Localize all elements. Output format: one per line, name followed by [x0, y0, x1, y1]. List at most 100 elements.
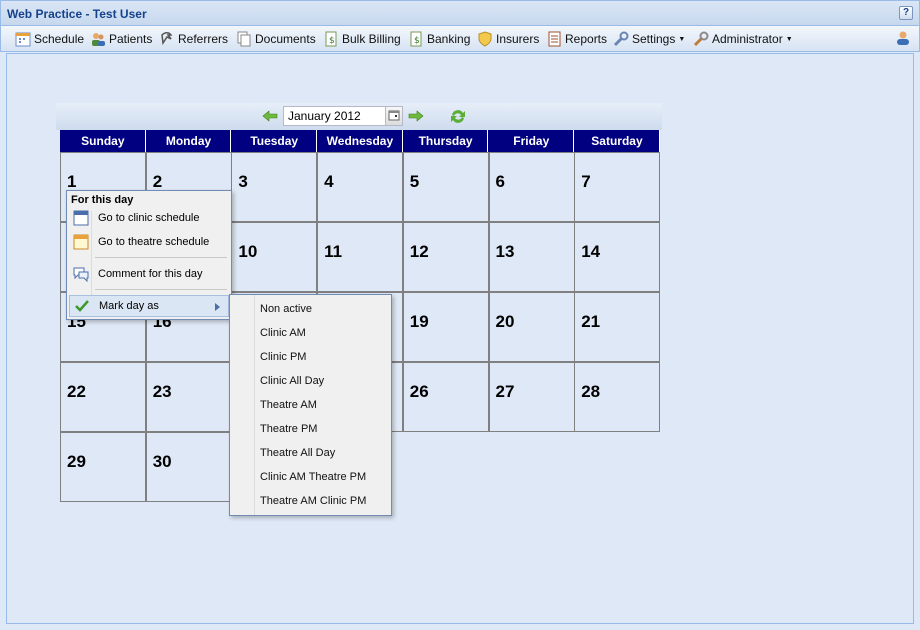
go-to-clinic-schedule-label: Go to clinic schedule: [98, 212, 200, 224]
referrers-label: Referrers: [178, 32, 229, 46]
referrers-menu-button[interactable]: Referrers: [159, 30, 228, 48]
day-number: 5: [409, 172, 420, 191]
submenu-arrow-icon: [215, 303, 220, 311]
mark-clinic-am-theatre-pm-item[interactable]: Clinic AM Theatre PM: [260, 471, 366, 483]
calendar-header-row: Sunday Monday Tuesday Wednesday Thursday…: [60, 130, 660, 152]
arrow-right-icon[interactable]: [408, 109, 424, 123]
day-number: 11: [324, 242, 343, 261]
banking-icon: $: [410, 31, 422, 47]
calendar-day-cell[interactable]: 14: [574, 222, 661, 292]
referrers-icon: [161, 32, 173, 46]
day-name-sunday: Sunday: [60, 130, 146, 152]
settings-menu-button[interactable]: Settings ▼: [613, 30, 685, 48]
calendar-day-cell[interactable]: 23: [145, 362, 232, 432]
calendar-day-cell[interactable]: 27: [488, 362, 575, 432]
bulk-billing-label: Bulk Billing: [342, 32, 401, 46]
go-to-theatre-schedule-label: Go to theatre schedule: [98, 236, 210, 248]
schedule-menu-button[interactable]: Schedule: [15, 30, 84, 48]
calendar-icon: [15, 32, 31, 47]
reports-label: Reports: [565, 32, 608, 46]
day-number: 26: [409, 382, 429, 401]
month-picker-trigger[interactable]: [385, 106, 403, 126]
bulk-billing-menu-button[interactable]: $ Bulk Billing: [323, 30, 401, 48]
calendar-day-cell[interactable]: 29: [60, 432, 146, 502]
svg-text:$: $: [414, 36, 420, 46]
mark-theatre-am-item[interactable]: Theatre AM: [260, 399, 317, 411]
calendar-day-cell[interactable]: 6: [488, 152, 575, 222]
user-icon[interactable]: [895, 30, 911, 46]
calendar-day-cell[interactable]: 26: [402, 362, 489, 432]
arrow-left-icon[interactable]: [262, 109, 278, 123]
day-number: 23: [152, 382, 172, 401]
day-number: 27: [495, 382, 515, 401]
schedule-label: Schedule: [34, 32, 85, 46]
mark-non-active-item[interactable]: Non active: [260, 303, 312, 315]
mark-day-as-item[interactable]: Mark day as: [69, 295, 229, 317]
month-calendar: Sunday Monday Tuesday Wednesday Thursday…: [60, 130, 661, 502]
calendar-day-cell[interactable]: 19: [402, 292, 489, 362]
mark-theatre-am-clinic-pm-item[interactable]: Theatre AM Clinic PM: [260, 495, 366, 507]
day-name-monday: Monday: [145, 130, 232, 152]
documents-label: Documents: [255, 32, 316, 46]
calendar-day-cell[interactable]: 5: [402, 152, 489, 222]
calendar-day-cell[interactable]: 21: [574, 292, 661, 362]
window-title: Web Practice - Test User: [7, 7, 147, 21]
banking-label: Banking: [427, 32, 471, 46]
theatre-schedule-icon: [73, 234, 89, 250]
clinic-schedule-icon: [73, 210, 89, 226]
banking-menu-button[interactable]: $ Banking: [408, 30, 470, 48]
documents-menu-button[interactable]: Documents: [236, 30, 316, 48]
menu-separator: [95, 257, 227, 258]
mark-day-as-submenu: Non active Clinic AM Clinic PM Clinic Al…: [229, 294, 392, 516]
day-name-friday: Friday: [488, 130, 575, 152]
go-to-theatre-schedule-item[interactable]: Go to theatre schedule: [69, 231, 229, 253]
mark-theatre-all-day-item[interactable]: Theatre All Day: [260, 447, 335, 459]
documents-icon: [237, 31, 251, 47]
mark-clinic-am-item[interactable]: Clinic AM: [260, 327, 306, 339]
window-title-bar: Web Practice - Test User ?: [0, 0, 920, 26]
day-number: 2: [152, 172, 163, 191]
day-number: 7: [581, 172, 591, 191]
menu-separator: [95, 289, 227, 290]
settings-label: Settings: [632, 32, 676, 46]
calendar-day-cell[interactable]: 7: [574, 152, 661, 222]
calendar-day-cell[interactable]: 30: [145, 432, 232, 502]
main-toolbar: Schedule Patients Referrers Documents $ …: [0, 26, 920, 52]
day-number: 14: [581, 242, 601, 261]
calendar-day-cell[interactable]: 4: [317, 152, 404, 222]
insurers-label: Insurers: [496, 32, 540, 46]
day-name-thursday: Thursday: [402, 130, 489, 152]
date-picker-icon: [388, 110, 400, 121]
calendar-day-cell[interactable]: 20: [488, 292, 575, 362]
calendar-day-cell[interactable]: 28: [574, 362, 661, 432]
day-number: 6: [495, 172, 505, 191]
mark-theatre-pm-item[interactable]: Theatre PM: [260, 423, 317, 435]
refresh-icon[interactable]: [449, 108, 467, 125]
day-number: 10: [238, 242, 258, 261]
calendar-day-cell[interactable]: 11: [317, 222, 404, 292]
comment-for-this-day-item[interactable]: Comment for this day: [69, 263, 229, 285]
calendar-day-cell[interactable]: 3: [231, 152, 318, 222]
help-button[interactable]: ?: [899, 6, 913, 20]
calendar-day-cell[interactable]: 10: [231, 222, 318, 292]
administrator-menu-button[interactable]: Administrator ▼: [693, 30, 793, 48]
mark-clinic-all-day-item[interactable]: Clinic All Day: [260, 375, 324, 387]
patients-icon: [92, 33, 105, 46]
day-number: 19: [409, 312, 429, 331]
checkmark-icon: [75, 300, 89, 312]
insurers-menu-button[interactable]: Insurers: [477, 30, 539, 48]
calendar-day-cell[interactable]: 22: [60, 362, 146, 432]
go-to-clinic-schedule-item[interactable]: Go to clinic schedule: [69, 207, 229, 229]
calendar-day-cell[interactable]: 13: [488, 222, 575, 292]
day-name-wednesday: Wednesday: [317, 130, 403, 152]
day-number: 1: [67, 172, 77, 191]
calendar-day-cell[interactable]: 12: [402, 222, 489, 292]
day-number: 21: [581, 312, 601, 331]
day-context-menu: For this day Go to clinic schedule Go to…: [66, 190, 232, 320]
wrench-icon: [613, 31, 629, 47]
day-number: 28: [581, 382, 601, 401]
day-number: 3: [238, 172, 248, 191]
reports-menu-button[interactable]: Reports: [546, 30, 607, 48]
mark-clinic-pm-item[interactable]: Clinic PM: [260, 351, 306, 363]
patients-menu-button[interactable]: Patients: [90, 30, 152, 48]
